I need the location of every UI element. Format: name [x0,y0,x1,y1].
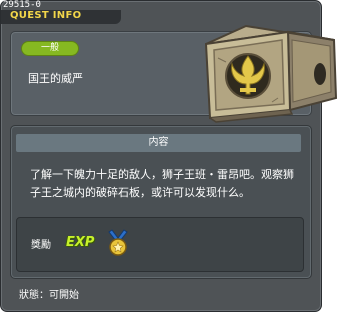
reward-label: 獎勵 [31,240,51,251]
quest-id-label: 29515-0 [3,0,41,10]
quest-description: 了解一下魄力十足的敌人，狮子王班・雷昂吧。观察狮子王之城内的破碎石板，或许可以发… [30,168,294,199]
window-title: QUEST INFO [10,10,82,21]
category-badge: 一般 [21,41,79,56]
content-header: 内容 [16,134,301,152]
quest-status: 狀態：可開始 [19,290,79,301]
quest-name: 国王的威严 [28,72,83,85]
gold-medal-icon[interactable] [104,229,132,257]
exp-reward-label: EXP [66,235,95,250]
stone-chest-icon [204,24,338,123]
reward-panel [16,217,304,272]
